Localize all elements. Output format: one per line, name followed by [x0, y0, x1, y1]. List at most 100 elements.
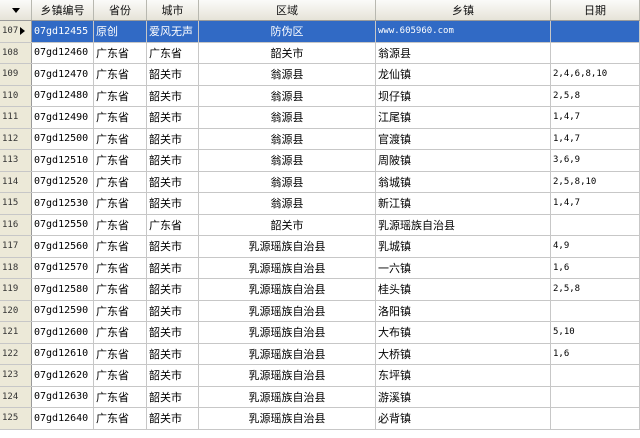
- cell-area[interactable]: 乳源瑶族自治县: [199, 257, 376, 278]
- cell-area[interactable]: 乳源瑶族自治县: [199, 365, 376, 386]
- row-number[interactable]: 123: [0, 365, 32, 386]
- cell-area[interactable]: 翁源县: [199, 64, 376, 85]
- table-row[interactable]: 114 07gd12520 广东省 韶关市 翁源县 翁城镇 2,5,8,10: [0, 171, 640, 193]
- cell-town[interactable]: 新江镇: [376, 193, 551, 214]
- cell-city[interactable]: 韶关市: [147, 300, 199, 321]
- column-header-date[interactable]: 日期: [551, 0, 640, 20]
- cell-code[interactable]: 07gd12490: [32, 107, 94, 128]
- cell-city[interactable]: 爱风无声: [147, 21, 199, 42]
- table-row[interactable]: 115 07gd12530 广东省 韶关市 翁源县 新江镇 1,4,7: [0, 193, 640, 215]
- sort-column-button[interactable]: [0, 0, 32, 20]
- column-header-area[interactable]: 区域: [199, 0, 376, 20]
- row-number[interactable]: 108: [0, 42, 32, 63]
- row-number[interactable]: 117: [0, 236, 32, 257]
- cell-area[interactable]: 防伪区: [199, 21, 376, 42]
- column-header-town[interactable]: 乡镇: [376, 0, 551, 20]
- cell-date[interactable]: 1,4,7: [551, 107, 640, 128]
- cell-city[interactable]: 韶关市: [147, 193, 199, 214]
- cell-town[interactable]: 大桥镇: [376, 343, 551, 364]
- table-row[interactable]: 122 07gd12610 广东省 韶关市 乳源瑶族自治县 大桥镇 1,6: [0, 343, 640, 365]
- table-row[interactable]: 117 07gd12560 广东省 韶关市 乳源瑶族自治县 乳城镇 4,9: [0, 236, 640, 258]
- cell-area[interactable]: 翁源县: [199, 85, 376, 106]
- cell-city[interactable]: 韶关市: [147, 171, 199, 192]
- cell-code[interactable]: 07gd12550: [32, 214, 94, 235]
- cell-area[interactable]: 乳源瑶族自治县: [199, 279, 376, 300]
- cell-date[interactable]: [551, 214, 640, 235]
- cell-town[interactable]: 周陂镇: [376, 150, 551, 171]
- row-number[interactable]: 116: [0, 214, 32, 235]
- cell-city[interactable]: 韶关市: [147, 107, 199, 128]
- table-row[interactable]: 118 07gd12570 广东省 韶关市 乳源瑶族自治县 一六镇 1,6: [0, 257, 640, 279]
- cell-town[interactable]: 坝仔镇: [376, 85, 551, 106]
- cell-date[interactable]: 3,6,9: [551, 150, 640, 171]
- table-row[interactable]: 120 07gd12590 广东省 韶关市 乳源瑶族自治县 洛阳镇: [0, 300, 640, 322]
- cell-date[interactable]: [551, 42, 640, 63]
- cell-date[interactable]: 1,6: [551, 343, 640, 364]
- table-row[interactable]: 121 07gd12600 广东省 韶关市 乳源瑶族自治县 大布镇 5,10: [0, 322, 640, 344]
- cell-province[interactable]: 广东省: [94, 386, 147, 407]
- cell-code[interactable]: 07gd12610: [32, 343, 94, 364]
- cell-town[interactable]: 乳城镇: [376, 236, 551, 257]
- cell-province[interactable]: 广东省: [94, 150, 147, 171]
- cell-town[interactable]: 一六镇: [376, 257, 551, 278]
- table-row[interactable]: 109 07gd12470 广东省 韶关市 翁源县 龙仙镇 2,4,6,8,10: [0, 64, 640, 86]
- cell-city[interactable]: 韶关市: [147, 343, 199, 364]
- cell-province[interactable]: 原创: [94, 21, 147, 42]
- cell-code[interactable]: 07gd12580: [32, 279, 94, 300]
- cell-city[interactable]: 韶关市: [147, 128, 199, 149]
- cell-city[interactable]: 韶关市: [147, 322, 199, 343]
- cell-province[interactable]: 广东省: [94, 193, 147, 214]
- row-number[interactable]: 112: [0, 128, 32, 149]
- cell-city[interactable]: 韶关市: [147, 257, 199, 278]
- cell-town[interactable]: 翁源县: [376, 42, 551, 63]
- cell-area[interactable]: 乳源瑶族自治县: [199, 322, 376, 343]
- cell-area[interactable]: 韶关市: [199, 42, 376, 63]
- cell-province[interactable]: 广东省: [94, 236, 147, 257]
- cell-town[interactable]: 乳源瑶族自治县: [376, 214, 551, 235]
- cell-area[interactable]: 韶关市: [199, 214, 376, 235]
- row-number[interactable]: 125: [0, 408, 32, 429]
- cell-town[interactable]: 洛阳镇: [376, 300, 551, 321]
- row-number[interactable]: 115: [0, 193, 32, 214]
- cell-province[interactable]: 广东省: [94, 365, 147, 386]
- cell-area[interactable]: 翁源县: [199, 193, 376, 214]
- cell-town[interactable]: 大布镇: [376, 322, 551, 343]
- cell-town[interactable]: 东坪镇: [376, 365, 551, 386]
- table-row[interactable]: 110 07gd12480 广东省 韶关市 翁源县 坝仔镇 2,5,8: [0, 85, 640, 107]
- cell-province[interactable]: 广东省: [94, 128, 147, 149]
- cell-date[interactable]: 5,10: [551, 322, 640, 343]
- cell-city[interactable]: 韶关市: [147, 236, 199, 257]
- cell-city[interactable]: 韶关市: [147, 64, 199, 85]
- cell-city[interactable]: 韶关市: [147, 386, 199, 407]
- cell-date[interactable]: 2,5,8: [551, 85, 640, 106]
- cell-city[interactable]: 韶关市: [147, 365, 199, 386]
- cell-area[interactable]: 乳源瑶族自治县: [199, 386, 376, 407]
- cell-province[interactable]: 广东省: [94, 85, 147, 106]
- cell-code[interactable]: 07gd12470: [32, 64, 94, 85]
- cell-area[interactable]: 乳源瑶族自治县: [199, 343, 376, 364]
- column-header-code[interactable]: 乡镇编号: [32, 0, 94, 20]
- cell-code[interactable]: 07gd12520: [32, 171, 94, 192]
- cell-province[interactable]: 广东省: [94, 214, 147, 235]
- table-row[interactable]: 119 07gd12580 广东省 韶关市 乳源瑶族自治县 桂头镇 2,5,8: [0, 279, 640, 301]
- table-row[interactable]: 108 07gd12460 广东省 广东省 韶关市 翁源县: [0, 42, 640, 64]
- cell-area[interactable]: 乳源瑶族自治县: [199, 408, 376, 429]
- cell-town[interactable]: 必背镇: [376, 408, 551, 429]
- row-number[interactable]: 124: [0, 386, 32, 407]
- cell-area[interactable]: 乳源瑶族自治县: [199, 236, 376, 257]
- row-number[interactable]: 119: [0, 279, 32, 300]
- table-row[interactable]: 107 07gd12455 原创 爱风无声 防伪区 www.605960.com: [0, 21, 640, 43]
- table-row[interactable]: 124 07gd12630 广东省 韶关市 乳源瑶族自治县 游溪镇: [0, 386, 640, 408]
- cell-town[interactable]: 游溪镇: [376, 386, 551, 407]
- cell-code[interactable]: 07gd12510: [32, 150, 94, 171]
- cell-code[interactable]: 07gd12640: [32, 408, 94, 429]
- cell-province[interactable]: 广东省: [94, 107, 147, 128]
- cell-code[interactable]: 07gd12620: [32, 365, 94, 386]
- table-row[interactable]: 111 07gd12490 广东省 韶关市 翁源县 江尾镇 1,4,7: [0, 107, 640, 129]
- cell-province[interactable]: 广东省: [94, 257, 147, 278]
- cell-date[interactable]: 2,4,6,8,10: [551, 64, 640, 85]
- cell-code[interactable]: 07gd12455: [32, 21, 94, 42]
- cell-date[interactable]: 2,5,8: [551, 279, 640, 300]
- table-row[interactable]: 123 07gd12620 广东省 韶关市 乳源瑶族自治县 东坪镇: [0, 365, 640, 387]
- cell-province[interactable]: 广东省: [94, 408, 147, 429]
